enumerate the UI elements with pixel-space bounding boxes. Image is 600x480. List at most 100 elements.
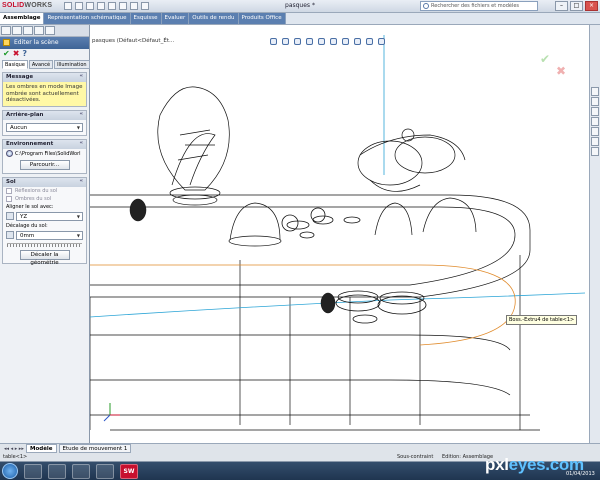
firefox-icon[interactable]: [72, 463, 90, 479]
media-player-icon[interactable]: [96, 463, 114, 479]
search-icon: [423, 3, 429, 9]
status-selection: table<1>: [3, 454, 28, 460]
selection-tooltip: Boss.-Extru4 de table<1>: [506, 315, 578, 325]
align-floor-label: Aligner le sol avec:: [6, 203, 54, 210]
maximize-button[interactable]: □: [570, 1, 583, 11]
background-select[interactable]: Aucun: [6, 122, 83, 132]
design-library-icon[interactable]: [591, 97, 599, 106]
help-icon[interactable]: ?: [22, 50, 27, 59]
search-input[interactable]: Rechercher des fichiers et modèles: [420, 1, 538, 11]
appearances-icon[interactable]: [591, 137, 599, 146]
start-orb-icon[interactable]: [2, 463, 18, 479]
checkbox-icon: [6, 187, 12, 194]
confirm-corner-accept-icon[interactable]: ✔: [540, 52, 550, 66]
tab-esquisse[interactable]: Esquisse: [130, 13, 162, 24]
flip-geometry-button[interactable]: Décaler la géométrie: [19, 249, 70, 266]
egg-glass-left: [157, 86, 230, 206]
glass-domes: [228, 197, 477, 247]
property-manager-icon[interactable]: [12, 26, 22, 35]
file-explorer-taskbar-icon[interactable]: [48, 463, 66, 479]
manager-tabs: [0, 25, 89, 37]
jewel-rings: [281, 207, 427, 324]
tab-modele[interactable]: Modèle: [26, 444, 57, 453]
table-base: [90, 414, 540, 431]
align-floor-select[interactable]: YZ: [16, 211, 83, 221]
tab-basique[interactable]: Basique: [2, 60, 28, 69]
offset-icon: [6, 231, 14, 239]
tab-evaluer[interactable]: Evaluer: [161, 13, 190, 24]
tab-assemblage[interactable]: Assemblage: [0, 13, 45, 24]
task-pane: [589, 25, 600, 453]
graphics-area[interactable]: [90, 35, 589, 443]
title-bar: SOLIDWORKS pasques * Rechercher des fich…: [0, 0, 600, 13]
scene-icon: [3, 39, 10, 46]
tab-illumination[interactable]: Illumination: [54, 60, 90, 69]
close-button[interactable]: ×: [585, 1, 598, 11]
environment-header[interactable]: Environnement: [3, 139, 86, 149]
environment-path: C:\Program Files\SolidWorl: [3, 149, 86, 157]
floor-offset-row: 0mm: [3, 230, 86, 241]
view-orientation-icon[interactable]: [318, 38, 325, 45]
align-floor-row: YZ: [3, 211, 86, 222]
message-group: Message Les ombres en mode Image ombrée …: [2, 72, 87, 107]
view-palette-icon[interactable]: [591, 127, 599, 136]
custom-properties-icon[interactable]: [591, 147, 599, 156]
cancel-icon[interactable]: ✖: [13, 50, 20, 59]
checkbox-icon: [6, 195, 12, 202]
floor-offset-slider[interactable]: [7, 242, 82, 247]
message-header[interactable]: Message: [3, 73, 86, 82]
section-view-icon[interactable]: [306, 38, 313, 45]
dimxpert-icon[interactable]: [34, 26, 44, 35]
zoom-area-icon[interactable]: [282, 38, 289, 45]
plane-icon: [6, 212, 14, 220]
table-legs: [90, 255, 521, 430]
tab-nav-arrows-icon[interactable]: ◂◂ ◂ ▸ ▸▸: [4, 446, 24, 452]
feature-breadcrumb[interactable]: pasques (Défaut<Défaut_Ét...: [92, 38, 174, 44]
floor-shadows-checkbox[interactable]: Ombres du sol: [3, 195, 86, 203]
status-definition: Sous-contraint: [397, 454, 434, 460]
table-rail-2: [90, 379, 511, 396]
search-tab-icon[interactable]: [591, 117, 599, 126]
configuration-manager-icon[interactable]: [23, 26, 33, 35]
property-manager: Editer la scène ✔ ✖ ? Basique Avancé Ill…: [0, 25, 90, 453]
table-top-outline: [90, 194, 531, 298]
reference-curve-blue: [90, 292, 586, 318]
floor-header[interactable]: Sol: [3, 177, 86, 187]
apply-scene-icon[interactable]: [366, 38, 373, 45]
confirm-corner-cancel-icon[interactable]: ✖: [556, 64, 566, 78]
solidworks-taskbar-icon[interactable]: SW: [120, 463, 138, 479]
tab-avance[interactable]: Avancé: [28, 60, 54, 69]
file-explorer-icon[interactable]: [591, 107, 599, 116]
view-settings-icon[interactable]: [378, 38, 385, 45]
internet-explorer-icon[interactable]: [24, 463, 42, 479]
floor-reflections-checkbox[interactable]: Réflexions du sol: [3, 187, 86, 195]
floor-offset-input[interactable]: 0mm: [16, 230, 83, 240]
table-top-inner: [90, 206, 516, 286]
display-style-icon[interactable]: [330, 38, 337, 45]
display-manager-icon[interactable]: [45, 26, 55, 35]
tab-representation-schematique[interactable]: Représentation schématique: [44, 13, 131, 24]
browse-button[interactable]: Parcourir...: [19, 159, 70, 170]
resources-icon[interactable]: [591, 87, 599, 96]
floor-group: Sol Réflexions du sol Ombres du sol Alig…: [2, 176, 87, 266]
floor-shadows-label: Ombres du sol: [15, 195, 52, 202]
environment-globe-icon: [6, 149, 13, 157]
feature-tree-icon[interactable]: [1, 26, 11, 35]
hide-show-icon[interactable]: [342, 38, 349, 45]
environment-path-text: C:\Program Files\SolidWorl: [15, 150, 81, 157]
pm-tabs: Basique Avancé Illumination: [0, 60, 90, 69]
egg-ornate-right: [357, 128, 466, 192]
small-eggs: [129, 198, 336, 314]
tab-motion-study[interactable]: Etude de mouvement 1: [58, 444, 132, 453]
edit-appearance-icon[interactable]: [354, 38, 361, 45]
previous-view-icon[interactable]: [294, 38, 301, 45]
pm-actions: ✔ ✖ ?: [0, 49, 89, 60]
background-header[interactable]: Arrière-plan: [3, 110, 86, 120]
zoom-fit-icon[interactable]: [270, 38, 277, 45]
window-controls: – □ ×: [555, 1, 598, 11]
minimize-button[interactable]: –: [555, 1, 568, 11]
tab-outils-de-rendu[interactable]: Outils de rendu: [189, 13, 239, 24]
floor-offset-label: Décalage du sol:: [6, 222, 48, 229]
tab-produits-office[interactable]: Produits Office: [238, 13, 286, 24]
ok-icon[interactable]: ✔: [3, 50, 10, 59]
